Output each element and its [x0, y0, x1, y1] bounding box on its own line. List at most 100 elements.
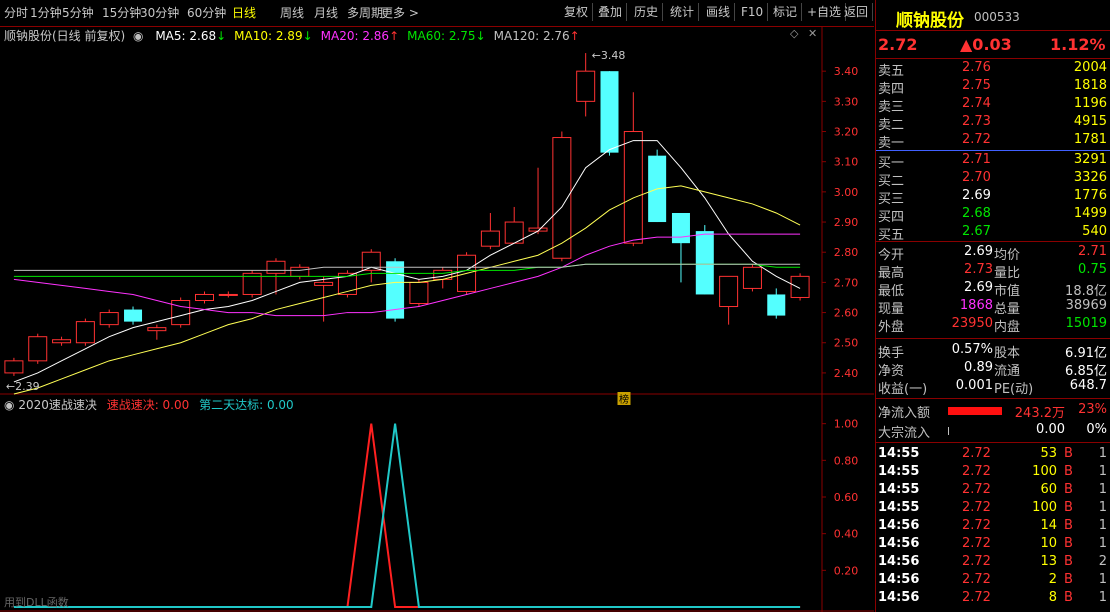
- tick-price: 2.72: [962, 464, 991, 479]
- fin-value: 0.89: [964, 360, 993, 375]
- price-tick-label: 3.00: [834, 186, 859, 199]
- tick-count: 2: [1098, 554, 1107, 569]
- tool-button-0[interactable]: 复权: [560, 3, 594, 21]
- tick-volume: 8: [1048, 590, 1057, 605]
- stat-value: 18.8亿: [1065, 284, 1107, 299]
- flow-bar: [948, 427, 949, 435]
- flow-pct: 0%: [1086, 422, 1107, 437]
- bid-row: 买四 2.68 1499: [876, 206, 1110, 225]
- ask-price: 2.75: [962, 78, 991, 93]
- indicator-circle-icon[interactable]: ◉: [4, 398, 14, 412]
- period-tab-0[interactable]: 分时: [4, 4, 28, 21]
- candle-body: [171, 299, 191, 326]
- indicator-tick-label: 0.40: [834, 528, 859, 541]
- ask-label: 卖二: [878, 118, 905, 133]
- period-tab-4[interactable]: 30分钟: [140, 4, 179, 21]
- ask-price: 2.73: [962, 114, 991, 129]
- price-tick-label: 2.60: [834, 307, 859, 320]
- period-tab-6[interactable]: 日线: [232, 4, 256, 21]
- ask-row: 卖一 2.72 1781: [876, 132, 1110, 151]
- indicator-s1: 速战速决: 0.00: [106, 398, 190, 412]
- ma20-line: [13, 233, 801, 317]
- candle-body: [719, 275, 739, 308]
- ask-volume: 1818: [1073, 78, 1107, 93]
- fin-label: 换手: [878, 346, 905, 361]
- price-tick-label: 3.20: [834, 126, 859, 139]
- tool-button-2[interactable]: 历史: [630, 3, 664, 21]
- tick-volume: 60: [1040, 482, 1057, 497]
- tick-count: 1: [1098, 446, 1107, 461]
- tick-side: B: [1064, 482, 1073, 497]
- stat-label: 今开: [878, 248, 905, 263]
- period-tab-5[interactable]: 60分钟: [187, 4, 226, 21]
- flow-value: 243.2万: [1014, 406, 1065, 421]
- stock-title: 顺钠股份 000533: [876, 4, 1110, 31]
- period-tab-2[interactable]: 5分钟: [62, 4, 94, 21]
- ask-row: 卖五 2.76 2004: [876, 60, 1110, 79]
- stat-value: 0.75: [1078, 262, 1107, 277]
- quote-panel: 顺钠股份 000533 2.72 ▲0.03 1.12% 卖五 2.76 2004 卖…: [875, 0, 1110, 612]
- period-tab-1[interactable]: 1分钟: [30, 4, 62, 21]
- bid-volume: 540: [1082, 224, 1107, 239]
- price-tick-label: 2.90: [834, 216, 859, 229]
- tool-button-6[interactable]: 标记: [769, 3, 803, 21]
- flow-row: 大宗流入 0.00 0%: [876, 422, 1110, 441]
- tick-side: B: [1064, 518, 1073, 533]
- tick-volume: 10: [1040, 536, 1057, 551]
- period-tab-10[interactable]: 更多 >: [381, 4, 419, 21]
- ask-price: 2.72: [962, 132, 991, 147]
- tick-price: 2.72: [962, 590, 991, 605]
- tool-button-4[interactable]: 画线: [702, 3, 736, 21]
- tick-price: 2.72: [962, 500, 991, 515]
- tick-time: 14:55: [878, 446, 920, 461]
- bid-row: 买三 2.69 1776: [876, 188, 1110, 207]
- tick-side: B: [1064, 554, 1073, 569]
- bid-label: 买三: [878, 192, 905, 207]
- ma120-line: [13, 263, 801, 271]
- tick-price: 2.72: [962, 482, 991, 497]
- period-tab-8[interactable]: 月线: [314, 4, 338, 21]
- high-price-label: ←3.48: [592, 49, 626, 62]
- bid-row: 买二 2.70 3326: [876, 170, 1110, 189]
- indicator-tick-label: 0.60: [834, 491, 859, 504]
- tick-volume: 14: [1040, 518, 1057, 533]
- price-change: ▲0.03: [960, 35, 1012, 54]
- ask-volume: 1196: [1073, 96, 1107, 111]
- tool-button-1[interactable]: 叠加: [594, 3, 628, 21]
- tool-button-8[interactable]: 返回: [840, 3, 874, 21]
- candlestick-chart[interactable]: 3.40 3.30 3.20 3.10 3.00 2.90 2.80 2.70 2.60 2.50…: [0, 27, 874, 612]
- period-tab-9[interactable]: 多周期: [347, 4, 383, 21]
- stat-row: 最低 2.69 市值 18.8亿: [876, 280, 1110, 299]
- tick-count: 1: [1098, 572, 1107, 587]
- stat-value: 38969: [1065, 298, 1107, 313]
- tool-button-5[interactable]: F10: [737, 3, 769, 21]
- candle-body: [4, 360, 24, 374]
- stat-label: 最高: [878, 266, 905, 281]
- candle-body: [480, 230, 500, 247]
- tick-row: 14:56 2.72 10 B 1: [876, 536, 1110, 554]
- tool-button-3[interactable]: 统计: [666, 3, 700, 21]
- bid-price: 2.67: [962, 224, 991, 239]
- panel-divider: [876, 30, 1110, 31]
- candle-body: [790, 275, 810, 298]
- book-midline: [876, 150, 1110, 151]
- tick-time: 14:56: [878, 518, 920, 533]
- price-tick-label: 3.30: [834, 95, 859, 108]
- tick-side: B: [1064, 572, 1073, 587]
- price-tick-label: 2.80: [834, 246, 859, 259]
- last-price: 2.72: [878, 35, 918, 54]
- indicator-tick-label: 0.80: [834, 454, 859, 467]
- low-price-label: ←2.39: [6, 380, 40, 393]
- stat-row: 外盘 23950 内盘 15019: [876, 316, 1110, 335]
- period-tab-3[interactable]: 15分钟: [102, 4, 141, 21]
- tick-volume: 100: [1032, 500, 1057, 515]
- fin-value: 0.001: [955, 378, 993, 393]
- stock-code: 000533: [974, 10, 1020, 24]
- period-tab-7[interactable]: 周线: [280, 4, 304, 21]
- bid-volume: 3326: [1073, 170, 1107, 185]
- candle-body: [314, 281, 334, 286]
- stat-value: 1868: [959, 298, 993, 313]
- tick-time: 14:56: [878, 572, 920, 587]
- flow-bar: [948, 407, 1002, 415]
- ask-price: 2.74: [962, 96, 991, 111]
